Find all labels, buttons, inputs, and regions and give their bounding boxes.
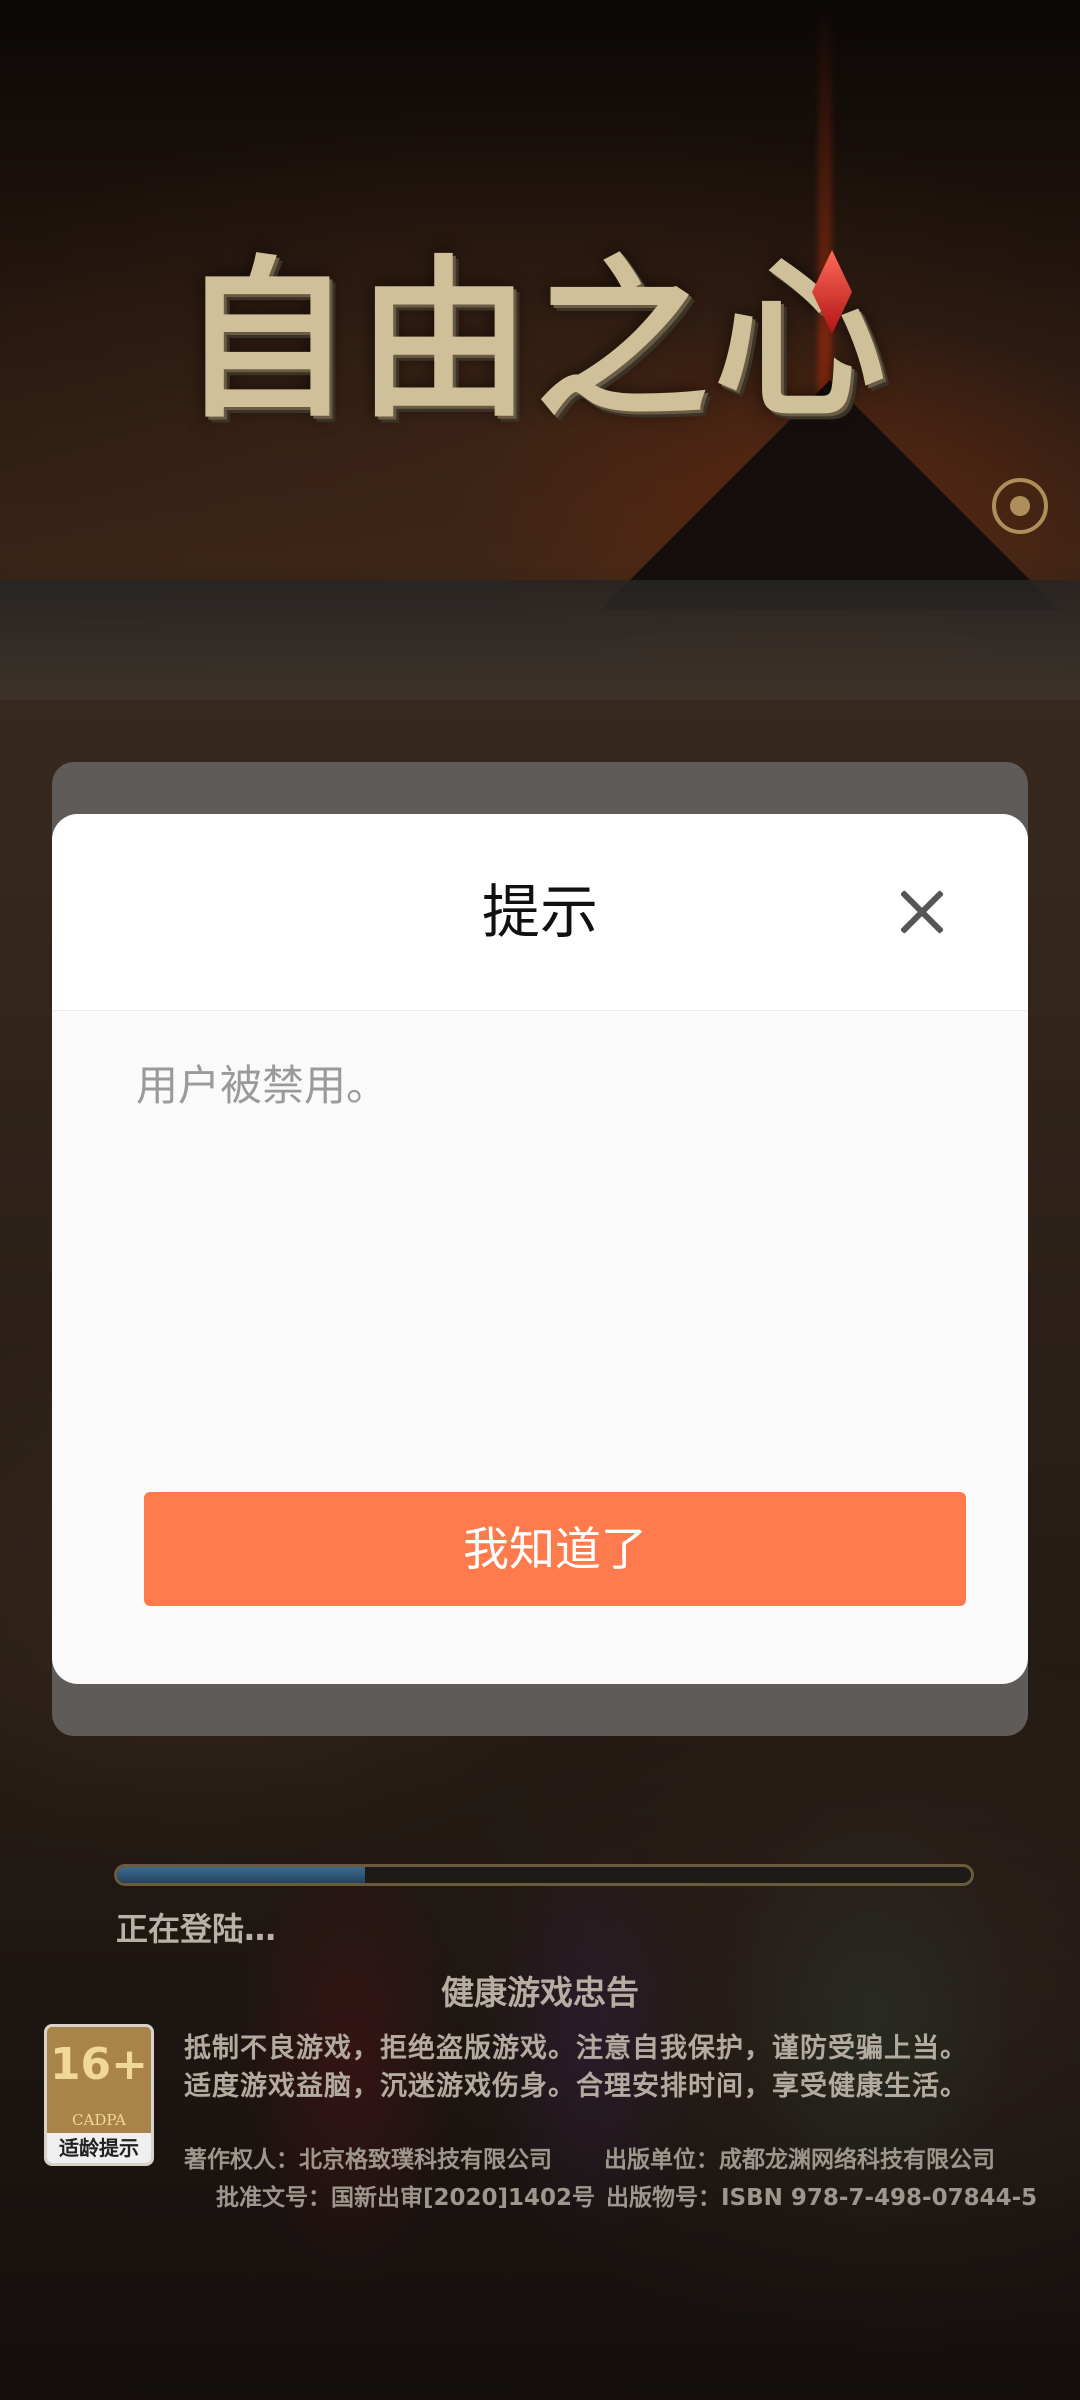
dialog-title: 提示	[481, 878, 598, 946]
loading-progress-fill	[117, 1867, 365, 1883]
age-rating-number: 16+	[49, 2039, 149, 2090]
confirm-button[interactable]: 我知道了	[144, 1492, 966, 1606]
copyright-holder: 著作权人：北京格致璞科技有限公司	[184, 2147, 552, 2173]
close-icon[interactable]	[892, 882, 952, 942]
eye-icon[interactable]	[992, 478, 1048, 534]
advisory-title: 健康游戏忠告	[441, 1973, 639, 2012]
alert-dialog: 提示 用户被禁用。 我知道了	[52, 814, 1028, 1684]
dialog-message: 用户被禁用。	[136, 1061, 389, 1110]
advisory-line-1: 抵制不良游戏，拒绝盗版游戏。注意自我保护，谨防受骗上当。	[184, 2033, 968, 2064]
age-rating-org: CADPA	[72, 2111, 126, 2129]
isbn-number: 出版物号：ISBN 978-7-498-07844-5	[606, 2185, 1038, 2211]
loading-status: 正在登陆…	[116, 1910, 277, 1948]
age-rating-label: 适龄提示	[47, 2133, 151, 2163]
advisory-line-2: 适度游戏益脑，沉迷游戏伤身。合理安排时间，享受健康生活。	[184, 2071, 968, 2102]
publisher: 出版单位：成都龙渊网络科技有限公司	[604, 2147, 995, 2173]
approval-number: 批准文号：国新出审[2020]1402号	[216, 2185, 596, 2211]
age-rating-badge[interactable]: 16+ CADPA 适龄提示	[44, 2024, 154, 2166]
loading-progress-bar	[114, 1864, 974, 1886]
dialog-header: 提示	[52, 814, 1028, 1011]
